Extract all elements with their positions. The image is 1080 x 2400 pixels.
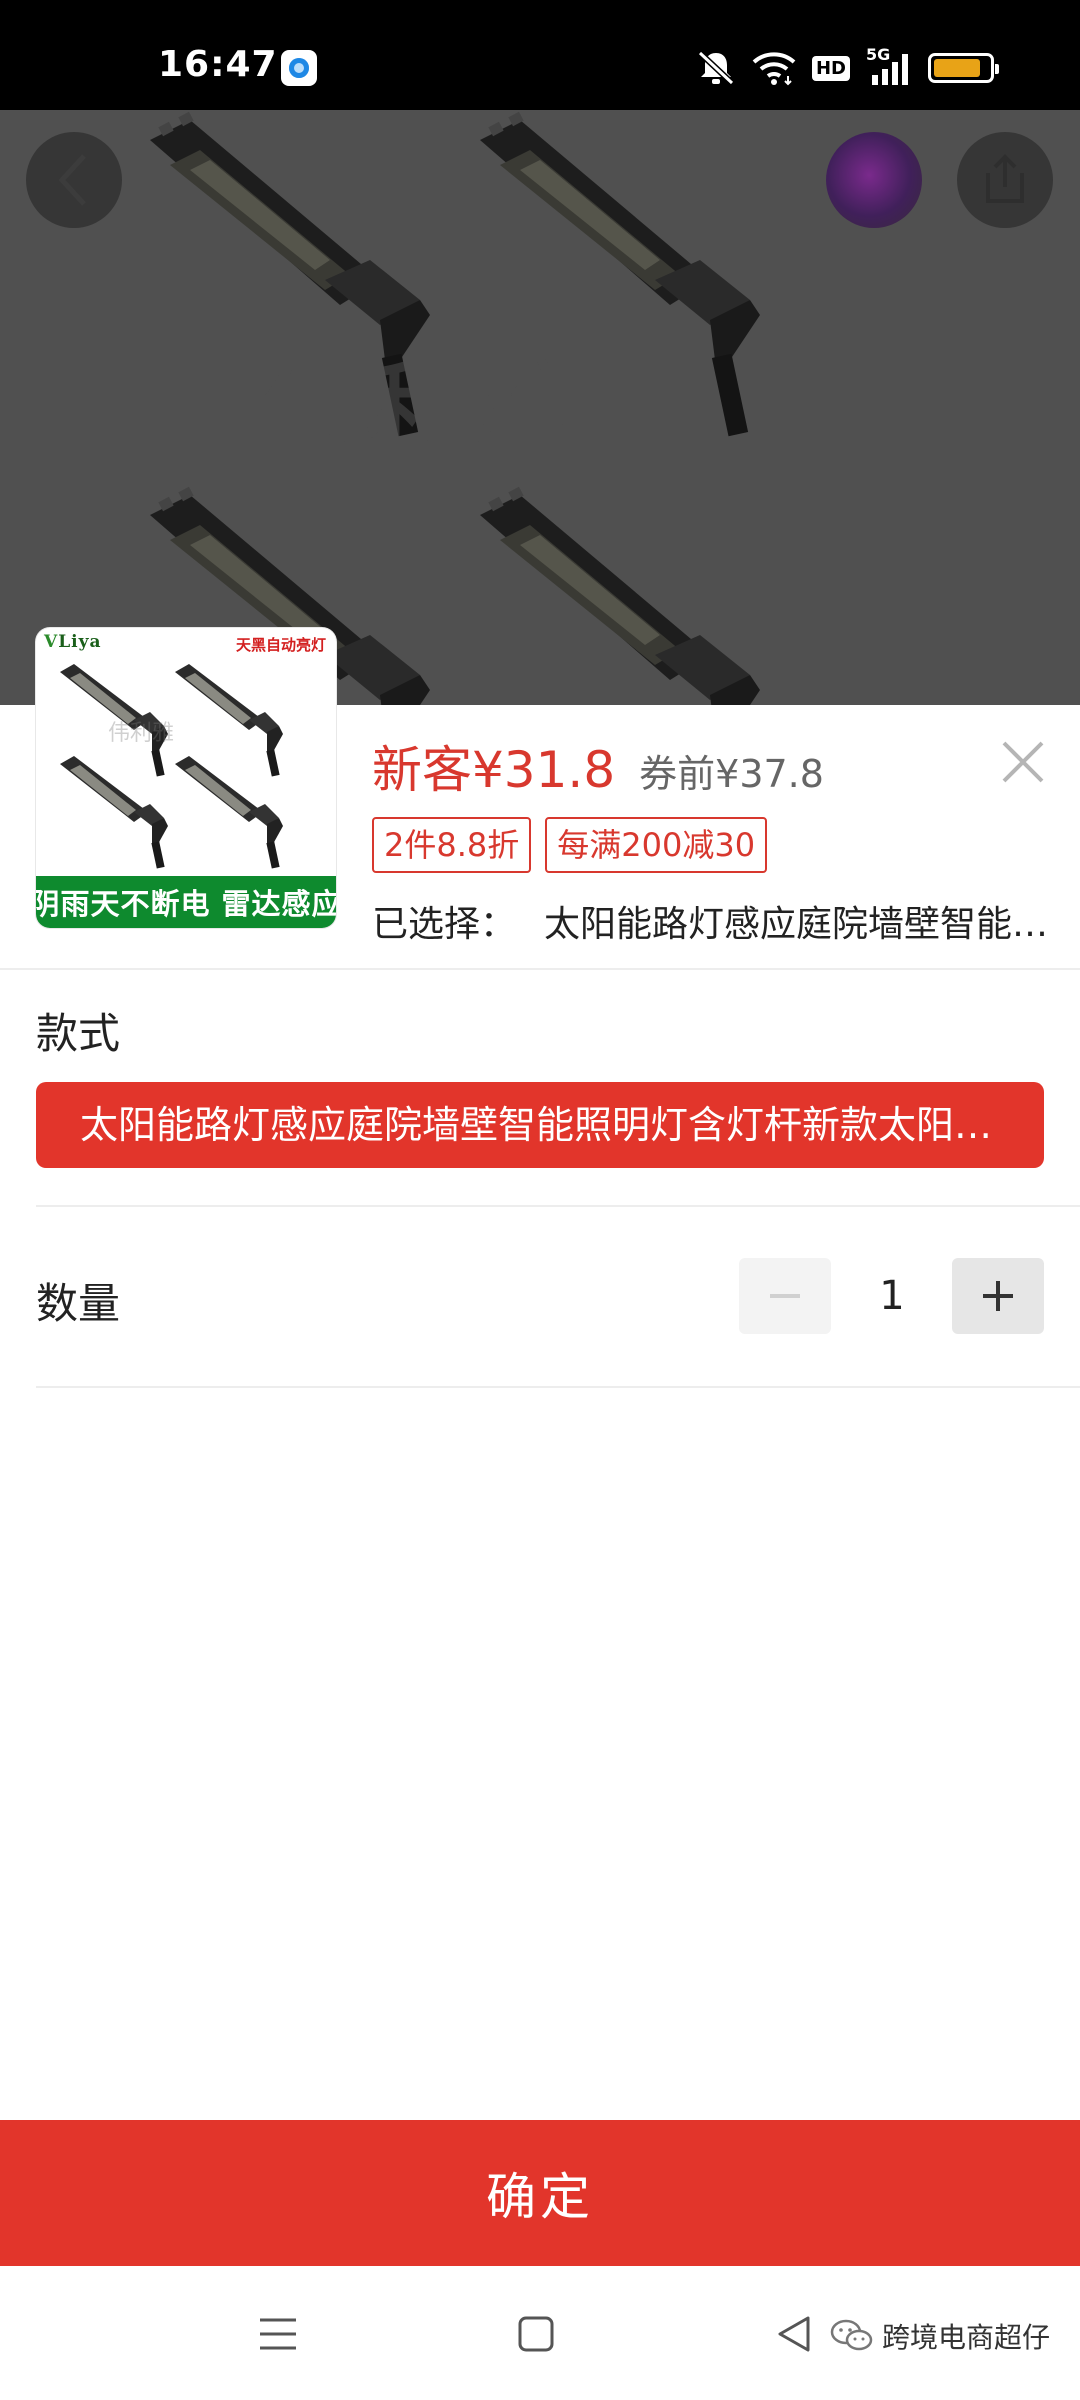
close-button[interactable] [996,735,1050,789]
promo-tag: 2件8.8折 [372,817,532,873]
credit-text: 跨境电商超仔 [882,2321,1051,2354]
source-credit: 跨境电商超仔 [830,2316,1050,2356]
divider [36,1205,1080,1207]
wechat-icon [830,2319,873,2351]
back-icon [58,154,86,206]
close-icon [1002,741,1044,783]
home-icon [518,2316,554,2352]
selected-value: 太阳能路灯感应庭院墙壁智能照明灯含灯杆新款 [544,904,1052,945]
thumbnail-watermark: 伟利雅 [108,721,174,746]
price-row: 新客¥31.8 券前¥37.8 [372,730,824,802]
thumbnail-banner: 阴雨天不断电 雷达感应 [36,876,336,928]
promo-tag: 每满200减30 [545,817,768,873]
promo-tags: 2件8.8折 每满200减30 [372,817,768,873]
signal-icon: 5G [866,45,912,87]
app-notification-icon [281,50,317,86]
battery-fill [934,59,980,77]
quantity-increase-button[interactable] [952,1258,1044,1334]
shop-avatar-button[interactable] [826,132,922,228]
pre-coupon-price: 券前¥37.8 [639,752,824,796]
new-customer-price: 新客¥31.8 [372,741,616,799]
quantity-value[interactable]: 1 [832,1258,952,1334]
thumbnail-lamps-image: 伟利雅 [60,664,283,869]
selected-label: 已选择： [372,904,517,945]
quantity-section-label: 数量 [36,1279,121,1328]
share-icon [986,154,1024,203]
back-icon [778,2316,810,2352]
selected-summary: 已选择： 太阳能路灯感应庭院墙壁智能照明灯含灯杆新款 [372,895,1052,947]
status-icons: HD 5G [696,45,999,88]
thumbnail-brand: VLiya [44,632,102,652]
divider [0,968,1080,970]
wifi-icon [752,52,796,86]
home-button[interactable] [508,2306,564,2362]
divider [36,1386,1080,1388]
hd-icon: HD [811,55,850,81]
back-button[interactable] [26,132,122,228]
quantity-decrease-button[interactable] [739,1258,831,1334]
status-bar: 16:47 HD 5G [0,0,1080,110]
menu-icon [260,2318,296,2350]
thumbnail-corner-tag: 天黑自动亮灯 [235,636,326,654]
hero-watermark: 伟利雅 [260,352,578,464]
plus-icon [983,1281,1013,1311]
system-nav-bar: 跨境电商超仔 [0,2266,1080,2400]
mute-icon [697,50,735,86]
style-section-label: 款式 [36,1009,121,1058]
share-button[interactable] [957,132,1053,228]
status-time: 16:47 [158,44,278,85]
system-back-button[interactable] [766,2306,822,2362]
recent-apps-button[interactable] [250,2306,306,2362]
minus-icon [770,1294,800,1298]
product-thumbnail: VLiya 天黑自动亮灯 伟利雅 阴雨天不断电 雷达感应 [36,628,336,928]
battery-icon [928,53,999,83]
thumbnail-header: VLiya 天黑自动亮灯 [36,628,336,656]
style-option-selected[interactable]: 太阳能路灯感应庭院墙壁智能照明灯含灯杆新款太阳能路灯 [36,1082,1044,1168]
product-hero-image: 伟利雅 [0,110,1080,705]
confirm-button[interactable]: 确定 [0,2120,1080,2266]
